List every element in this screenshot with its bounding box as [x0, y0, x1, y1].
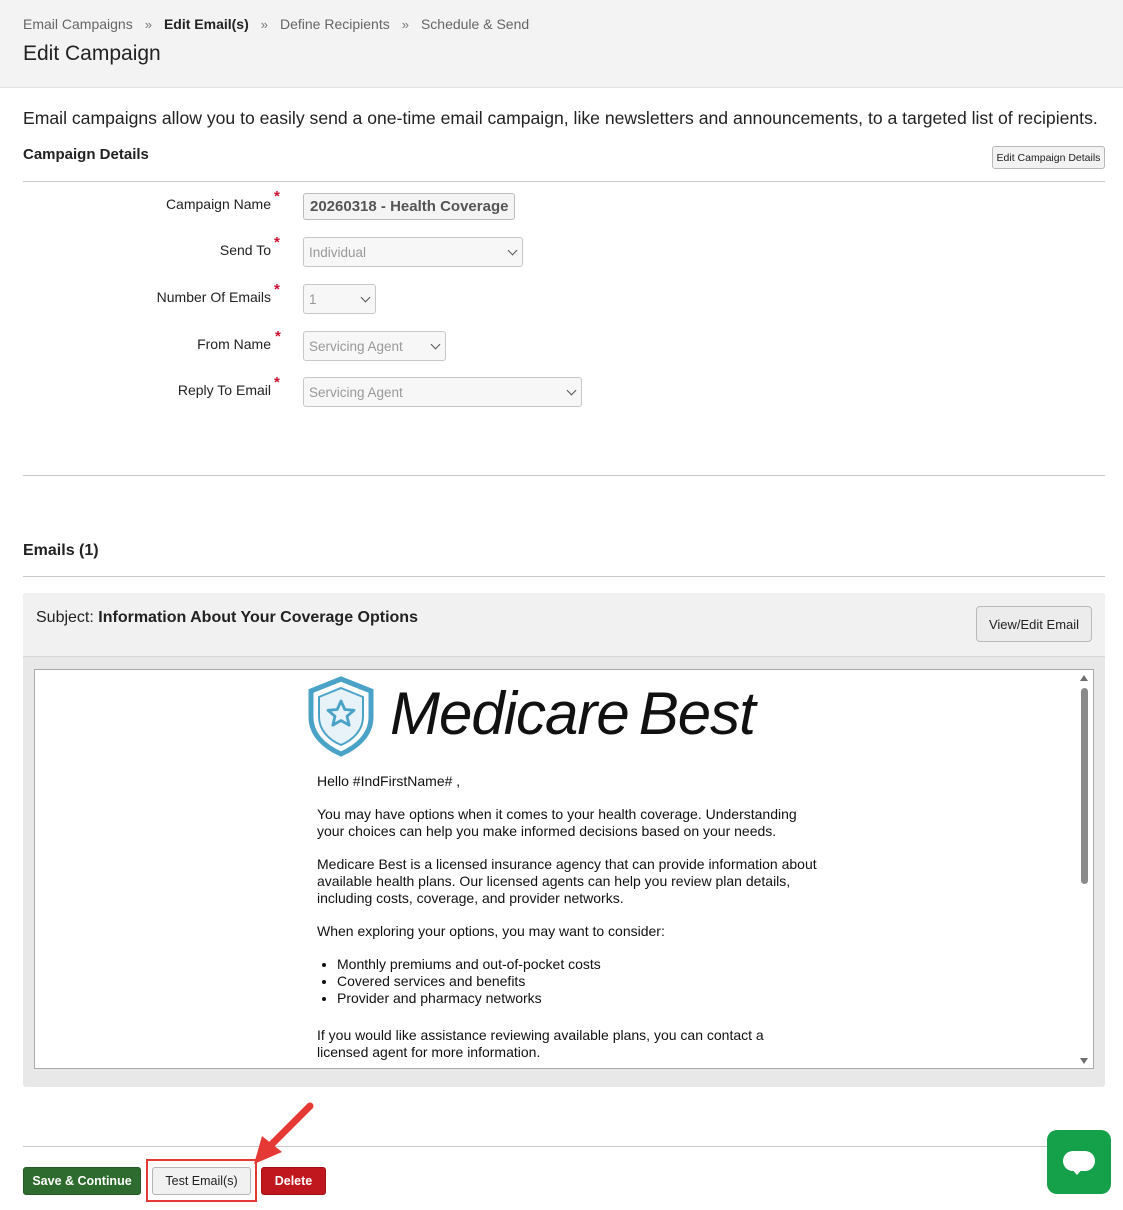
test-emails-button[interactable]: Test Email(s) [152, 1167, 251, 1195]
breadcrumb-schedule-send[interactable]: Schedule & Send [421, 16, 529, 32]
chevron-down-icon [360, 292, 371, 303]
chat-bubble-tail [1071, 1168, 1083, 1175]
divider [23, 181, 1105, 182]
list-item: Provider and pharmacy networks [337, 990, 817, 1007]
breadcrumb-separator: » [401, 16, 409, 32]
breadcrumb: Email Campaigns » Edit Email(s) » Define… [23, 16, 529, 32]
campaign-name-row: Campaign Name * 20260318 - Health Covera… [0, 188, 1123, 221]
send-to-row: Send To * Individual [0, 234, 1123, 267]
shield-star-icon [308, 676, 374, 757]
campaign-name-label: Campaign Name [165, 196, 271, 212]
reply-to-email-label: Reply To Email [177, 382, 271, 398]
email-paragraph: You may have options when it comes to yo… [317, 806, 797, 839]
scroll-up-icon[interactable] [1080, 675, 1088, 681]
scroll-down-icon[interactable] [1080, 1058, 1088, 1064]
breadcrumb-email-campaigns[interactable]: Email Campaigns [23, 16, 133, 32]
campaign-name-input[interactable]: 20260318 - Health Coverage [303, 193, 515, 220]
chevron-down-icon [507, 245, 518, 256]
chevron-down-icon [566, 385, 577, 396]
from-name-row: From Name * Servicing Agent [0, 328, 1123, 361]
edit-campaign-details-button[interactable]: Edit Campaign Details [992, 146, 1105, 169]
logo-text: Medicare Best [390, 680, 756, 747]
list-item: Monthly premiums and out-of-pocket costs [337, 956, 817, 973]
send-to-label: Send To [219, 242, 271, 258]
email-body: Hello #IndFirstName# , You may have opti… [317, 773, 817, 1068]
required-mark: * [274, 281, 280, 298]
scroll-thumb[interactable] [1081, 688, 1088, 884]
email-paragraph: Medicare Best is a licensed insurance ag… [317, 856, 817, 906]
view-edit-email-button[interactable]: View/Edit Email [976, 606, 1092, 642]
list-item: Covered services and benefits [337, 973, 817, 990]
email-paragraph: When exploring your options, you may wan… [317, 923, 665, 939]
email-preview-frame[interactable]: Medicare Best Hello #IndFirstName# , You … [34, 669, 1094, 1069]
required-mark: * [274, 374, 280, 391]
emails-title: Emails (1) [23, 542, 99, 559]
delete-button[interactable]: Delete [261, 1167, 326, 1195]
number-of-emails-row: Number Of Emails * 1 [0, 281, 1123, 314]
email-card-header: Subject: Information About Your Coverage… [23, 593, 1105, 657]
from-name-select[interactable]: Servicing Agent [303, 331, 446, 361]
reply-to-email-row: Reply To Email * Servicing Agent [0, 374, 1123, 407]
required-mark: * [274, 188, 280, 205]
email-paragraph: If you would like assistance reviewing a… [317, 1027, 764, 1060]
chevron-down-icon [430, 339, 441, 350]
reply-to-email-value: Servicing Agent [309, 384, 403, 400]
page-title: Edit Campaign [23, 42, 161, 65]
intro-text: Email campaigns allow you to easily send… [23, 108, 1098, 128]
divider [23, 576, 1105, 577]
breadcrumb-edit-emails[interactable]: Edit Email(s) [164, 16, 249, 32]
breadcrumb-separator: » [144, 16, 152, 32]
reply-to-email-select[interactable]: Servicing Agent [303, 377, 582, 407]
page-header: Email Campaigns » Edit Email(s) » Define… [0, 0, 1123, 88]
breadcrumb-define-recipients[interactable]: Define Recipients [280, 16, 390, 32]
email-subject: Subject: Information About Your Coverage… [36, 609, 418, 627]
email-greeting: Hello #IndFirstName# , [317, 773, 461, 789]
send-to-select[interactable]: Individual [303, 237, 523, 267]
send-to-value: Individual [309, 244, 367, 260]
number-of-emails-select[interactable]: 1 [303, 284, 376, 314]
breadcrumb-separator: » [260, 16, 268, 32]
divider [23, 1146, 1105, 1147]
from-name-label: From Name [197, 336, 271, 352]
medicarebest-logo: Medicare Best [305, 675, 815, 757]
from-name-value: Servicing Agent [309, 338, 403, 354]
subject-value: Information About Your Coverage Options [98, 609, 418, 626]
number-of-emails-value: 1 [309, 291, 317, 307]
divider [23, 475, 1105, 476]
preview-scrollbar[interactable] [1076, 670, 1093, 1068]
save-continue-button[interactable]: Save & Continue [23, 1167, 141, 1195]
email-card: Subject: Information About Your Coverage… [23, 593, 1105, 1087]
required-mark: * [275, 328, 281, 345]
number-of-emails-label: Number Of Emails [156, 289, 271, 305]
chat-button[interactable] [1047, 1130, 1111, 1194]
arrow-annotation [254, 1102, 314, 1164]
required-mark: * [274, 234, 280, 251]
subject-label: Subject: [36, 609, 94, 626]
campaign-details-title: Campaign Details [23, 146, 149, 163]
email-list: Monthly premiums and out-of-pocket costs… [317, 956, 817, 1007]
